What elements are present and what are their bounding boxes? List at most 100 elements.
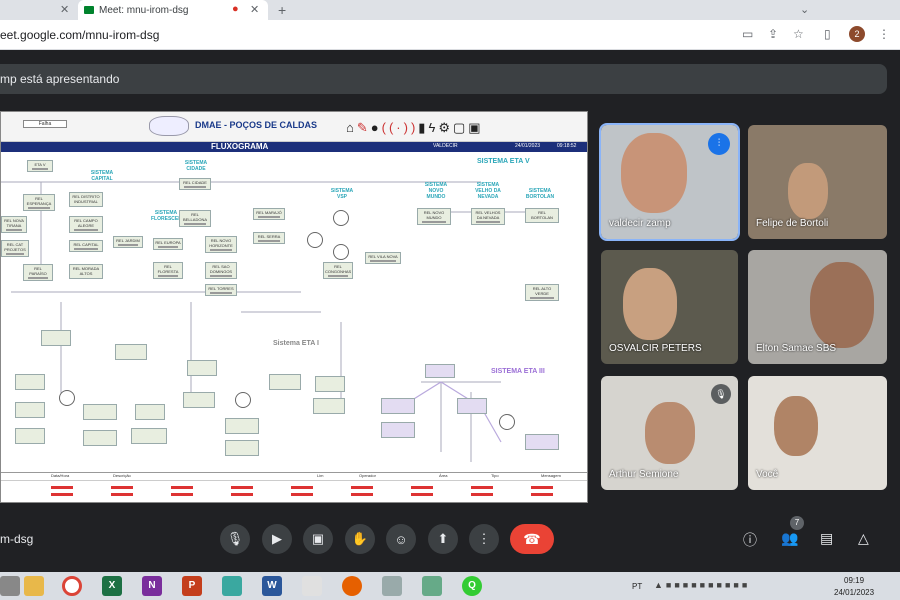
table-row[interactable] [51, 493, 571, 496]
chat-icon[interactable]: ▤ [820, 530, 833, 547]
reactions-button[interactable]: ☺ [386, 524, 416, 554]
node-box[interactable]: REL MORADA ALTOS [69, 264, 103, 279]
camera-icon[interactable]: ▭ [742, 27, 753, 41]
taskbar-app-icon[interactable] [422, 576, 442, 596]
activities-icon[interactable]: △ [858, 530, 869, 547]
url-field[interactable]: eet.google.com/mnu-irom-dsg [0, 28, 159, 42]
close-tab-icon[interactable]: ✕ [60, 3, 69, 16]
node-box[interactable] [131, 428, 167, 444]
participant-tile[interactable]: Felipe de Bortoli [748, 125, 887, 239]
node-box[interactable] [83, 404, 117, 420]
clock-date[interactable]: 24/01/2023 [834, 588, 874, 597]
node-box[interactable] [135, 404, 165, 420]
bookmark-star-icon[interactable]: ☆ [793, 27, 804, 41]
powerpoint-icon[interactable]: P [182, 576, 202, 596]
node-box[interactable] [15, 374, 45, 390]
node-box[interactable] [225, 440, 259, 456]
reservoir-icon[interactable] [307, 232, 323, 248]
home-icon[interactable]: ⌂ [346, 120, 357, 135]
node-box[interactable]: REL VILA NOVA [365, 252, 401, 264]
node-box[interactable]: REL BORTOLAN [525, 208, 559, 223]
reservoir-icon[interactable] [333, 244, 349, 260]
window-icon[interactable]: ▢ [453, 120, 468, 135]
reservoir-icon[interactable] [59, 390, 75, 406]
node-box[interactable]: REL CAPITAL [69, 240, 103, 252]
node-box[interactable]: REL NOVO MUNDO [417, 208, 451, 225]
reservoir-icon[interactable] [499, 414, 515, 430]
taskbar-app-icon[interactable] [382, 576, 402, 596]
language-indicator[interactable]: PT [632, 582, 642, 591]
node-box[interactable] [15, 402, 45, 418]
word-icon[interactable]: W [262, 576, 282, 596]
people-icon[interactable]: 👥 [781, 530, 798, 547]
node-box[interactable] [225, 418, 259, 434]
node-box[interactable] [183, 392, 215, 408]
participant-tile[interactable]: Elton Samae SBS [748, 250, 887, 364]
signal-icon[interactable]: ((·)) [382, 120, 419, 135]
present-button[interactable]: ⬆ [428, 524, 458, 554]
taskbar-app-icon[interactable] [222, 576, 242, 596]
node-box[interactable]: REL ALTO VERDE [525, 284, 559, 301]
node-box[interactable] [41, 330, 71, 346]
share-icon[interactable]: ⇪ [768, 27, 778, 41]
participant-tile[interactable]: OSVALCIR PETERS [601, 250, 738, 364]
avatar[interactable]: 2 [849, 26, 865, 42]
node-box[interactable] [381, 398, 415, 414]
close-tab-icon[interactable]: ✕ [250, 3, 259, 16]
node-box[interactable]: REL ESPERANÇA [23, 194, 55, 211]
node-box[interactable]: REL MARAJÓ [253, 208, 285, 220]
node-box[interactable] [381, 422, 415, 438]
node-box[interactable]: REL DISTRITO INDUSTRIAL [69, 192, 103, 207]
tab-search-icon[interactable]: ⌄ [800, 3, 809, 16]
table-row[interactable] [51, 486, 571, 489]
node-box[interactable] [269, 374, 301, 390]
node-box[interactable]: REL SERRA [253, 232, 285, 244]
chart-icon[interactable]: ▮ [418, 120, 428, 135]
node-box[interactable]: REL NOVA TIRANA [1, 216, 27, 233]
node-box[interactable]: REL CONGONHAS [323, 262, 353, 279]
participant-tile[interactable]: Você [748, 376, 887, 490]
node-box[interactable] [313, 398, 345, 414]
captions-button[interactable]: ▣ [303, 524, 333, 554]
clock-time[interactable]: 09:19 [844, 576, 864, 585]
participant-tile[interactable]: 🎙 Arthur Semione [601, 376, 738, 490]
onenote-icon[interactable]: N [142, 576, 162, 596]
camera-button[interactable]: ▶ [262, 524, 292, 554]
mic-button[interactable]: 🎙 [220, 524, 250, 554]
node-box[interactable]: REL JARDIM [113, 236, 143, 248]
node-box[interactable]: REL NOVO HORIZONTE [205, 236, 237, 253]
node-box[interactable]: REL BELLADONA [179, 210, 211, 227]
node-box[interactable]: REL CAMPO ALEGRE [69, 216, 103, 233]
node-box[interactable]: REL VELHOS DA NEVADA [471, 208, 505, 225]
system-tray[interactable]: ▲■■■■■■■■■■ [654, 580, 750, 590]
power-icon[interactable]: ϟ [428, 120, 438, 135]
node-box[interactable] [15, 428, 45, 444]
node-box[interactable]: REL PARAÍSO [23, 264, 53, 281]
raise-hand-button[interactable]: ✋ [345, 524, 375, 554]
reservoir-icon[interactable] [333, 210, 349, 226]
menu-icon[interactable]: ⋮ [878, 27, 890, 41]
more-options-button[interactable]: ⋮ [469, 524, 499, 554]
taskbar-app-icon[interactable] [0, 576, 20, 596]
node-box[interactable]: REL SAO DOMINGOS [205, 262, 237, 279]
node-box[interactable] [83, 430, 117, 446]
taskbar-app-icon[interactable]: Q [462, 576, 482, 596]
new-tab-icon[interactable]: + [278, 2, 286, 18]
browser-tab-active[interactable]: Meet: mnu-irom-dsg ● ✕ [78, 0, 268, 20]
chrome-icon[interactable] [62, 576, 82, 596]
node-box[interactable] [425, 364, 455, 378]
browser-tab[interactable]: ✕ [0, 0, 74, 20]
node-box[interactable]: ETA V [27, 160, 53, 172]
user-icon[interactable]: ● [371, 120, 382, 135]
file-explorer-icon[interactable] [24, 576, 44, 596]
participant-tile[interactable]: ⫶ valdecir zamp [599, 123, 740, 241]
node-box[interactable]: REL CAT PROJETOS [1, 240, 29, 257]
node-box[interactable]: REL TORRES [205, 284, 237, 296]
media-player-icon[interactable] [302, 576, 322, 596]
sidebar-icon[interactable]: ▯ [824, 27, 831, 41]
node-box[interactable] [115, 344, 147, 360]
node-box[interactable] [315, 376, 345, 392]
close-icon[interactable]: ▣ [468, 120, 483, 135]
reservoir-icon[interactable] [235, 392, 251, 408]
scada-toolbar[interactable]: ⌂✎●((·))▮ϟ⚙▢▣ [346, 120, 484, 136]
